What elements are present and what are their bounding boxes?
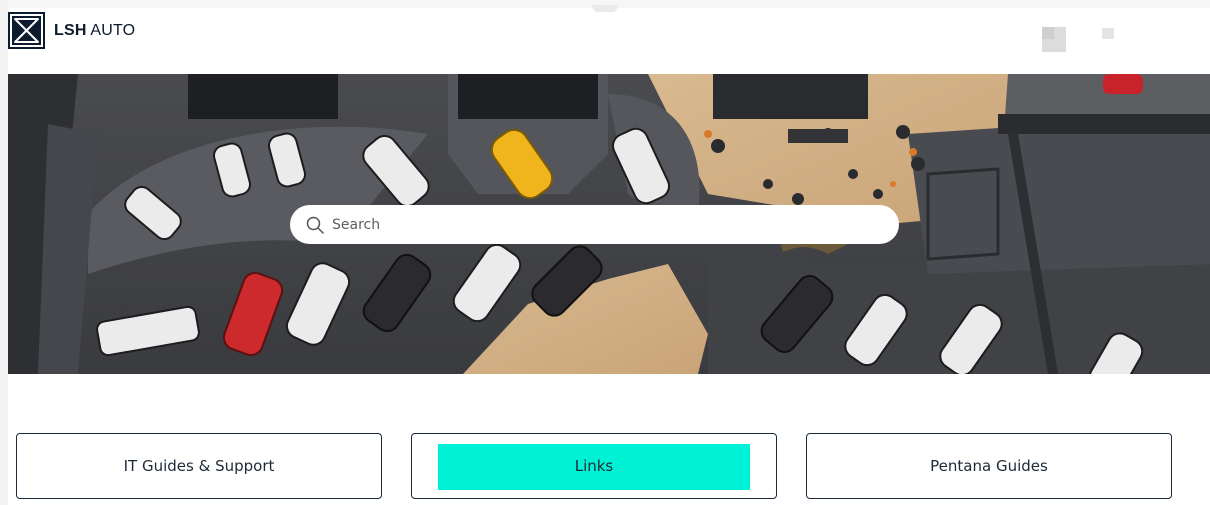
tile-label: IT Guides & Support	[123, 457, 275, 475]
notification-icon[interactable]	[1102, 28, 1114, 39]
search-bar[interactable]	[290, 205, 899, 244]
avatar-shade	[1042, 27, 1054, 39]
left-edge	[0, 0, 8, 505]
brand-bold: LSH	[54, 21, 87, 39]
tile-label: Links	[574, 457, 614, 475]
pentana-guides-button[interactable]: Pentana Guides	[806, 433, 1172, 499]
hourglass-x-logo-icon	[8, 12, 45, 49]
links-button[interactable]: Links	[411, 433, 777, 499]
brand-regular: AUTO	[90, 21, 136, 39]
site-header	[8, 12, 1210, 74]
user-avatar[interactable]	[1042, 27, 1066, 52]
brand-name: LSH AUTO	[54, 22, 135, 40]
tile-label: Pentana Guides	[930, 457, 1048, 475]
search-icon	[306, 216, 324, 234]
search-input[interactable]	[332, 216, 872, 233]
brand-logo[interactable]: LSH AUTO	[8, 12, 135, 49]
it-guides-support-button[interactable]: IT Guides & Support	[16, 433, 382, 499]
